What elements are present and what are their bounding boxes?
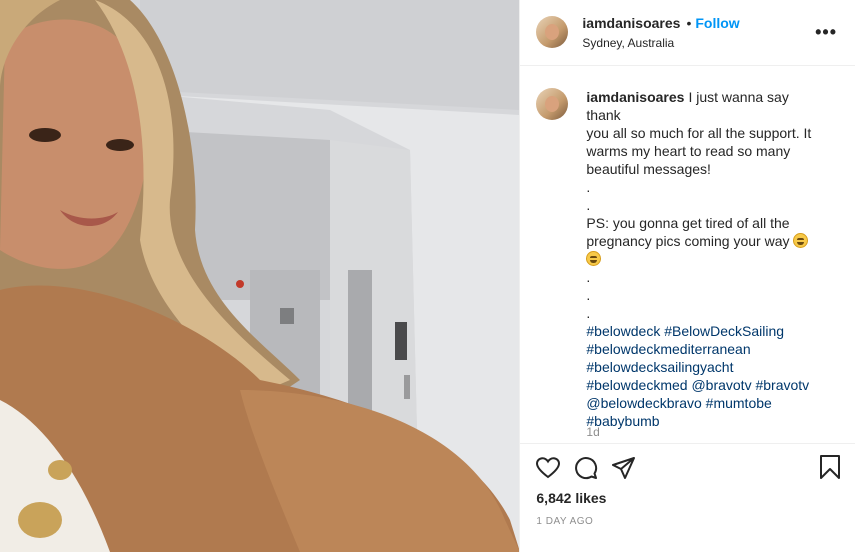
caption-line — [586, 250, 816, 268]
separator-dot: • — [686, 15, 692, 31]
avatar[interactable] — [536, 16, 569, 48]
post-details-panel: iamdanisoares • Follow Sydney, Australia… — [519, 0, 855, 552]
pregnancy-photo — [0, 0, 520, 552]
username-link[interactable]: iamdanisoares — [582, 15, 680, 31]
caption-avatar[interactable] — [536, 88, 569, 120]
action-bar — [520, 444, 855, 492]
hashtag-line[interactable]: #belowdeckmed @bravotv #bravotv — [586, 376, 816, 394]
caption-body: iamdanisoares I just wanna say thank you … — [586, 88, 816, 443]
post-header: iamdanisoares • Follow Sydney, Australia… — [520, 0, 855, 66]
caption-age[interactable]: 1d — [586, 425, 599, 439]
share-icon[interactable] — [610, 454, 638, 482]
caption-line: PS: you gonna get tired of all the — [586, 215, 790, 231]
hashtag-line[interactable]: #belowdeck #BelowDeckSailing — [586, 322, 816, 340]
instagram-post: iamdanisoares • Follow Sydney, Australia… — [0, 0, 855, 552]
caption-username-link[interactable]: iamdanisoares — [586, 89, 684, 105]
caption-area: iamdanisoares I just wanna say thank you … — [520, 66, 855, 444]
caption-line: beautiful messages! — [586, 161, 711, 177]
post-photo[interactable] — [0, 0, 520, 552]
comment-icon[interactable] — [572, 454, 600, 482]
more-options-icon[interactable]: ••• — [815, 22, 837, 43]
caption-line: . — [586, 179, 591, 195]
grinning-emoji-icon — [586, 251, 602, 266]
bookmark-icon[interactable] — [819, 454, 841, 485]
caption-line: . — [586, 287, 591, 303]
caption-line: warms my heart to read so many — [586, 143, 791, 159]
caption-line: . — [586, 197, 591, 213]
hashtag-line[interactable]: @belowdeckbravo #mumtobe — [586, 394, 816, 412]
hashtag-line[interactable]: #babybumb — [586, 412, 816, 430]
heart-icon[interactable] — [534, 454, 562, 482]
hashtag-line[interactable]: #belowdecksailingyacht — [586, 358, 816, 376]
caption-text: pregnancy pics coming your way — [586, 233, 790, 249]
caption-line: you all so much for all the support. It — [586, 125, 812, 141]
location-link[interactable]: Sydney, Australia — [582, 36, 739, 50]
hashtag-line[interactable]: #belowdeckmediterranean — [586, 340, 816, 358]
caption-line: iamdanisoares I just wanna say thank — [586, 88, 816, 124]
likes-count[interactable]: 6,842 likes — [520, 490, 855, 506]
header-line: iamdanisoares • Follow — [582, 15, 739, 31]
follow-button[interactable]: Follow — [695, 15, 739, 31]
laughing-emoji-icon — [793, 233, 809, 248]
post-date[interactable]: 1 DAY AGO — [520, 516, 855, 527]
caption-line: . — [586, 305, 591, 321]
header-text: iamdanisoares • Follow Sydney, Australia — [582, 15, 739, 50]
caption-line: . — [586, 269, 591, 285]
caption-line: pregnancy pics coming your way — [586, 232, 816, 250]
